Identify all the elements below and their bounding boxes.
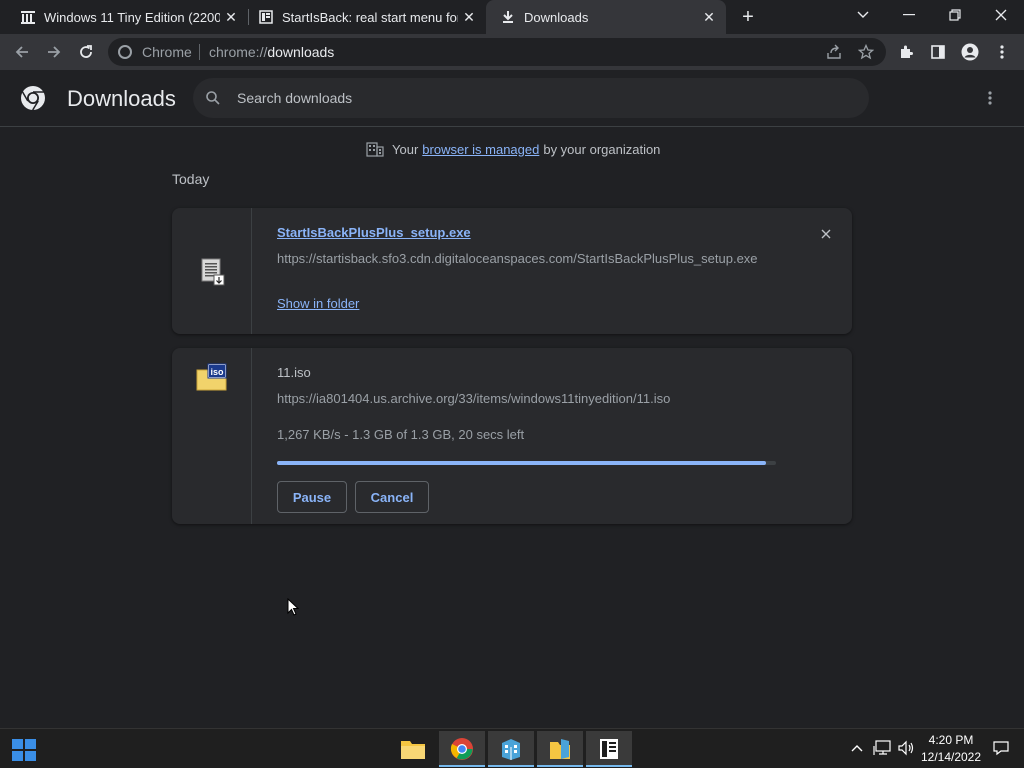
tab-startisback[interactable]: StartIsBack: real start menu for W ✕ — [238, 0, 486, 34]
back-icon[interactable] — [8, 38, 36, 66]
site-label: Chrome — [142, 44, 192, 60]
address-bar[interactable]: Chrome chrome://downloads — [108, 38, 886, 66]
file-explorer-icon[interactable] — [390, 731, 436, 767]
active-app-indicator — [439, 765, 485, 767]
bookmark-star-icon[interactable] — [856, 42, 876, 62]
download-item: iso 11.iso https://ia801404.us.archive.o… — [172, 348, 852, 524]
downloads-header: Downloads — [0, 70, 1024, 127]
show-in-folder-link[interactable]: Show in folder — [277, 296, 359, 311]
remove-from-list-icon[interactable] — [818, 226, 834, 242]
clock-date: 12/14/2022 — [920, 750, 982, 764]
reload-icon[interactable] — [72, 38, 100, 66]
tab-search-chevron-icon[interactable] — [840, 0, 886, 30]
file-name-link[interactable]: StartIsBackPlusPlus_setup.exe — [277, 225, 471, 240]
new-tab-icon[interactable]: + — [736, 5, 760, 29]
file-icon-column: iso — [172, 348, 252, 524]
file-source-url[interactable]: https://startisback.sfo3.cdn.digitalocea… — [277, 251, 758, 266]
managed-text-after: by your organization — [543, 141, 661, 157]
forward-icon[interactable] — [40, 38, 68, 66]
download-item: StartIsBackPlusPlus_setup.exe https://st… — [172, 208, 852, 334]
url-text: chrome://downloads — [209, 44, 335, 60]
tab-windows11-tiny[interactable]: Windows 11 Tiny Edition (22000. ✕ — [0, 0, 248, 34]
tab-downloads[interactable]: Downloads ✕ — [486, 0, 726, 34]
side-panel-icon[interactable] — [924, 38, 952, 66]
exe-file-icon — [200, 258, 226, 291]
page-title: Downloads — [67, 86, 176, 111]
file-name: 11.iso — [277, 365, 311, 380]
svg-text:iso: iso — [210, 367, 224, 377]
tray-overflow-chevron-icon[interactable] — [848, 739, 866, 757]
browser-toolbar: Chrome chrome://downloads — [0, 34, 1024, 70]
system-clock[interactable]: 4:20 PM 12/14/2022 — [916, 732, 986, 766]
file-source-url[interactable]: https://ia801404.us.archive.org/33/items… — [277, 391, 670, 406]
taskbar: 4:20 PM 12/14/2022 — [0, 728, 1024, 768]
network-icon[interactable] — [873, 739, 891, 757]
file-icon-column — [172, 208, 252, 334]
search-downloads-bar[interactable] — [193, 78, 869, 118]
download-progress-bar — [277, 461, 776, 465]
more-actions-icon[interactable] — [980, 88, 1000, 108]
managed-notice: Your browser is managed by your organiza… — [366, 140, 660, 158]
download-status: 1,267 KB/s - 1.3 GB of 1.3 GB, 20 secs l… — [277, 427, 525, 442]
volume-icon[interactable] — [898, 739, 916, 757]
tab-title: Windows 11 Tiny Edition (22000. — [44, 9, 220, 25]
chrome-site-icon — [118, 45, 132, 59]
active-app-indicator — [537, 765, 583, 767]
search-input[interactable] — [237, 88, 837, 108]
windows-start-icon[interactable] — [12, 739, 36, 761]
close-window-icon[interactable] — [978, 0, 1024, 30]
download-icon — [500, 9, 516, 25]
app-book-icon[interactable] — [586, 731, 632, 767]
clock-time: 4:20 PM — [928, 733, 974, 747]
browser-managed-link[interactable]: browser is managed — [422, 142, 539, 157]
profile-avatar-icon[interactable] — [956, 38, 984, 66]
app-folder-icon[interactable] — [537, 731, 583, 767]
app-cube-icon[interactable] — [488, 731, 534, 767]
active-app-indicator — [488, 765, 534, 767]
active-app-indicator — [586, 765, 632, 767]
minimize-icon[interactable] — [886, 0, 932, 30]
tab-title: StartIsBack: real start menu for W — [282, 9, 458, 25]
archive-org-icon — [20, 9, 36, 25]
restore-icon[interactable] — [932, 0, 978, 30]
chrome-icon[interactable] — [439, 731, 485, 767]
building-icon — [366, 141, 384, 157]
download-progress-fill — [277, 461, 767, 465]
tab-title: Downloads — [524, 9, 589, 25]
startisback-icon — [258, 9, 274, 25]
tab-close-icon[interactable]: ✕ — [698, 6, 720, 28]
omnibox-separator — [199, 44, 200, 60]
managed-text-before: Your — [392, 141, 419, 157]
extensions-icon[interactable] — [892, 38, 920, 66]
tab-strip: Windows 11 Tiny Edition (22000. ✕ StartI… — [0, 0, 1024, 34]
chrome-menu-icon[interactable] — [988, 38, 1016, 66]
iso-file-icon: iso — [196, 362, 230, 397]
search-icon — [205, 90, 221, 106]
date-group-heading: Today — [172, 171, 210, 187]
pause-button[interactable]: Pause — [277, 481, 347, 513]
mouse-cursor-icon — [287, 597, 300, 616]
share-icon[interactable] — [824, 42, 844, 62]
tab-close-icon[interactable]: ✕ — [458, 6, 480, 28]
cancel-button[interactable]: Cancel — [355, 481, 429, 513]
notifications-icon[interactable] — [992, 739, 1010, 757]
chrome-logo-icon — [20, 85, 46, 111]
